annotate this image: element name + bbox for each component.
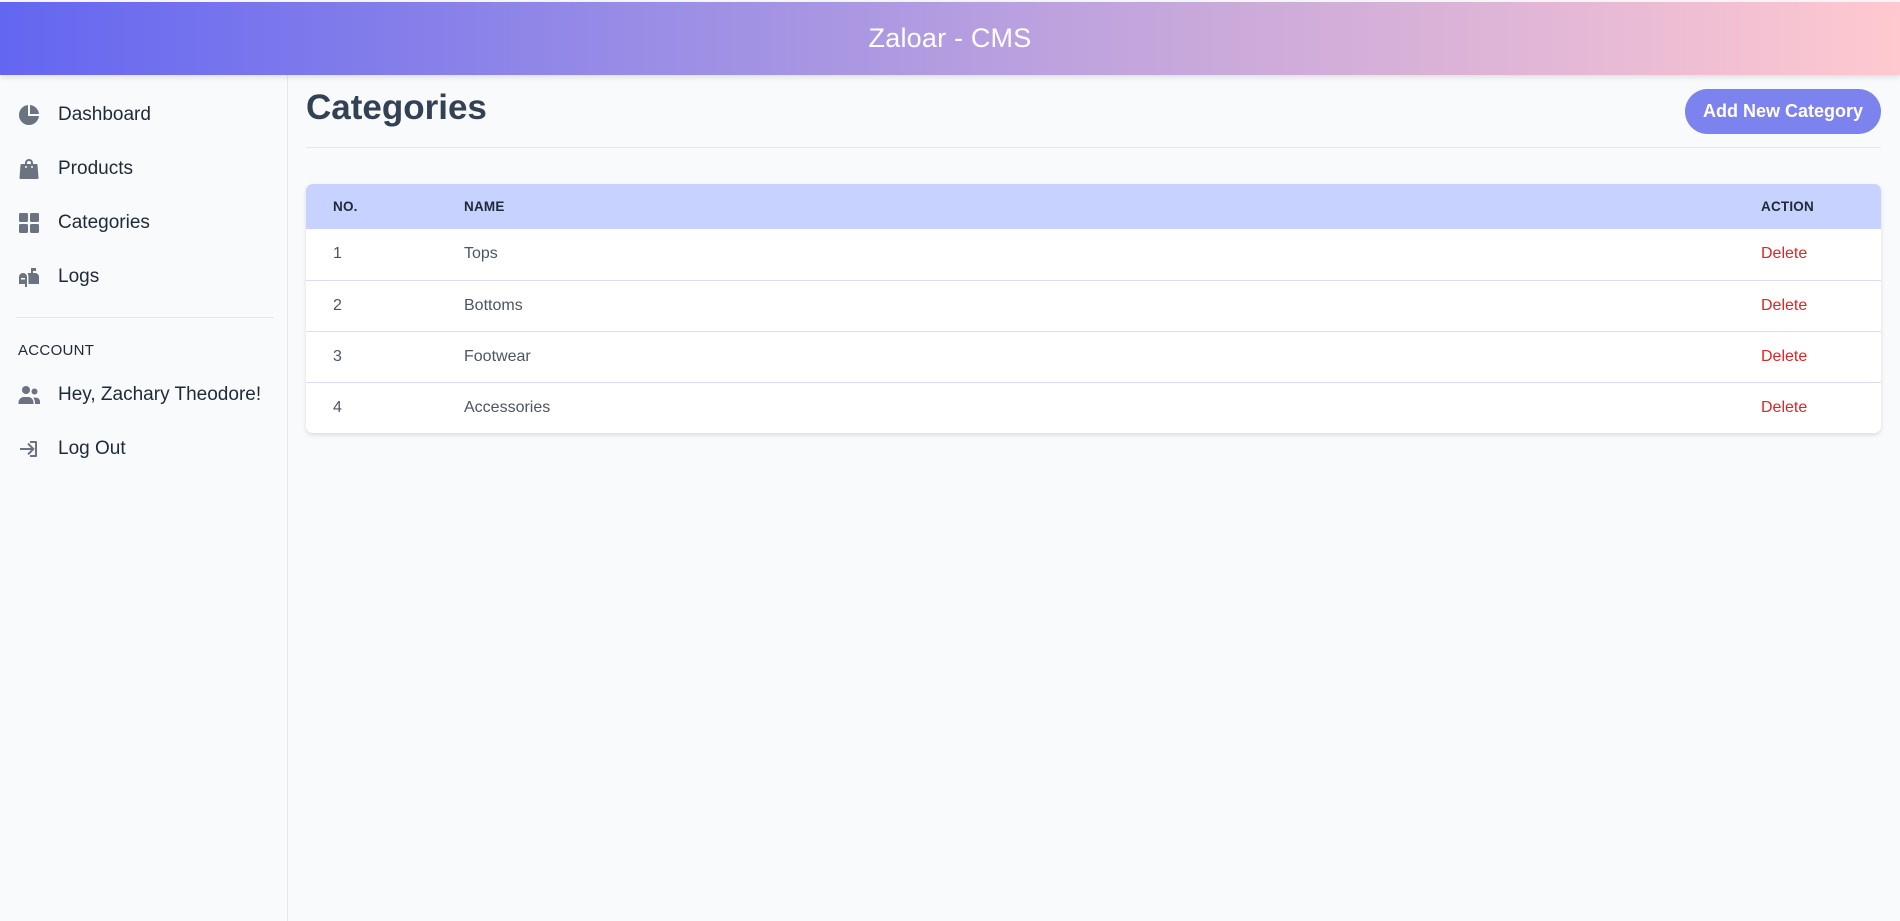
top-header: Zaloar - CMS bbox=[0, 2, 1900, 75]
sidebar-item-label: Categories bbox=[58, 212, 150, 233]
table-header-row: NO. NAME ACTION bbox=[306, 184, 1881, 229]
cell-name: Tops bbox=[464, 245, 498, 263]
column-header-name: NAME bbox=[464, 199, 505, 214]
sidebar-item-label: Logs bbox=[58, 266, 100, 287]
page-title: Categories bbox=[306, 88, 487, 127]
chart-pie-icon bbox=[16, 102, 42, 128]
column-header-no: NO. bbox=[333, 199, 358, 214]
table-body: 1 Tops Delete 2 Bottoms Delete 3 Footwea… bbox=[306, 229, 1881, 433]
cell-no: 3 bbox=[333, 347, 342, 365]
sidebar-item-logout[interactable]: Log Out bbox=[16, 431, 272, 467]
title-divider bbox=[306, 147, 1881, 148]
app-root: Zaloar - CMS Dashboard Products Categori… bbox=[0, 0, 1900, 921]
column-header-action: ACTION bbox=[1761, 199, 1814, 214]
cell-name: Footwear bbox=[464, 347, 531, 365]
account-heading: ACCOUNT bbox=[18, 342, 95, 359]
users-icon bbox=[16, 382, 42, 408]
sidebar-item-profile[interactable]: Hey, Zachary Theodore! bbox=[16, 377, 272, 413]
delete-link[interactable]: Delete bbox=[1761, 348, 1807, 365]
sidebar-item-label: Log Out bbox=[58, 438, 126, 459]
sidebar-item-categories[interactable]: Categories bbox=[16, 205, 272, 241]
delete-link[interactable]: Delete bbox=[1761, 399, 1807, 416]
delete-link[interactable]: Delete bbox=[1761, 245, 1807, 262]
cell-name: Bottoms bbox=[464, 296, 523, 314]
delete-link[interactable]: Delete bbox=[1761, 297, 1807, 314]
sidebar: Dashboard Products Categories Logs ACCOU… bbox=[0, 75, 288, 921]
cell-name: Accessories bbox=[464, 398, 551, 416]
mailbox-icon bbox=[16, 264, 42, 290]
sidebar-item-dashboard[interactable]: Dashboard bbox=[16, 97, 272, 133]
categories-table: NO. NAME ACTION 1 Tops Delete 2 Bottoms … bbox=[306, 184, 1881, 433]
table-row: 3 Footwear Delete bbox=[306, 331, 1881, 382]
sidebar-item-label: Products bbox=[58, 158, 133, 179]
table-row: 2 Bottoms Delete bbox=[306, 280, 1881, 331]
sidebar-item-label: Dashboard bbox=[58, 104, 151, 125]
sidebar-divider bbox=[16, 317, 274, 318]
sign-in-icon bbox=[16, 436, 42, 462]
table-row: 4 Accessories Delete bbox=[306, 382, 1881, 433]
table-row: 1 Tops Delete bbox=[306, 229, 1881, 280]
sidebar-item-label: Hey, Zachary Theodore! bbox=[58, 384, 262, 405]
shopping-bag-icon bbox=[16, 156, 42, 182]
table: NO. NAME ACTION 1 Tops Delete 2 Bottoms … bbox=[306, 184, 1881, 433]
sidebar-item-logs[interactable]: Logs bbox=[16, 259, 272, 295]
cell-no: 1 bbox=[333, 245, 342, 263]
cell-no: 2 bbox=[333, 296, 342, 314]
cell-no: 4 bbox=[333, 398, 342, 416]
app-title: Zaloar - CMS bbox=[868, 23, 1032, 53]
sidebar-item-products[interactable]: Products bbox=[16, 151, 272, 187]
add-category-button[interactable]: Add New Category bbox=[1685, 89, 1881, 134]
grid-icon bbox=[16, 210, 42, 236]
table-header: NO. NAME ACTION bbox=[306, 184, 1881, 229]
